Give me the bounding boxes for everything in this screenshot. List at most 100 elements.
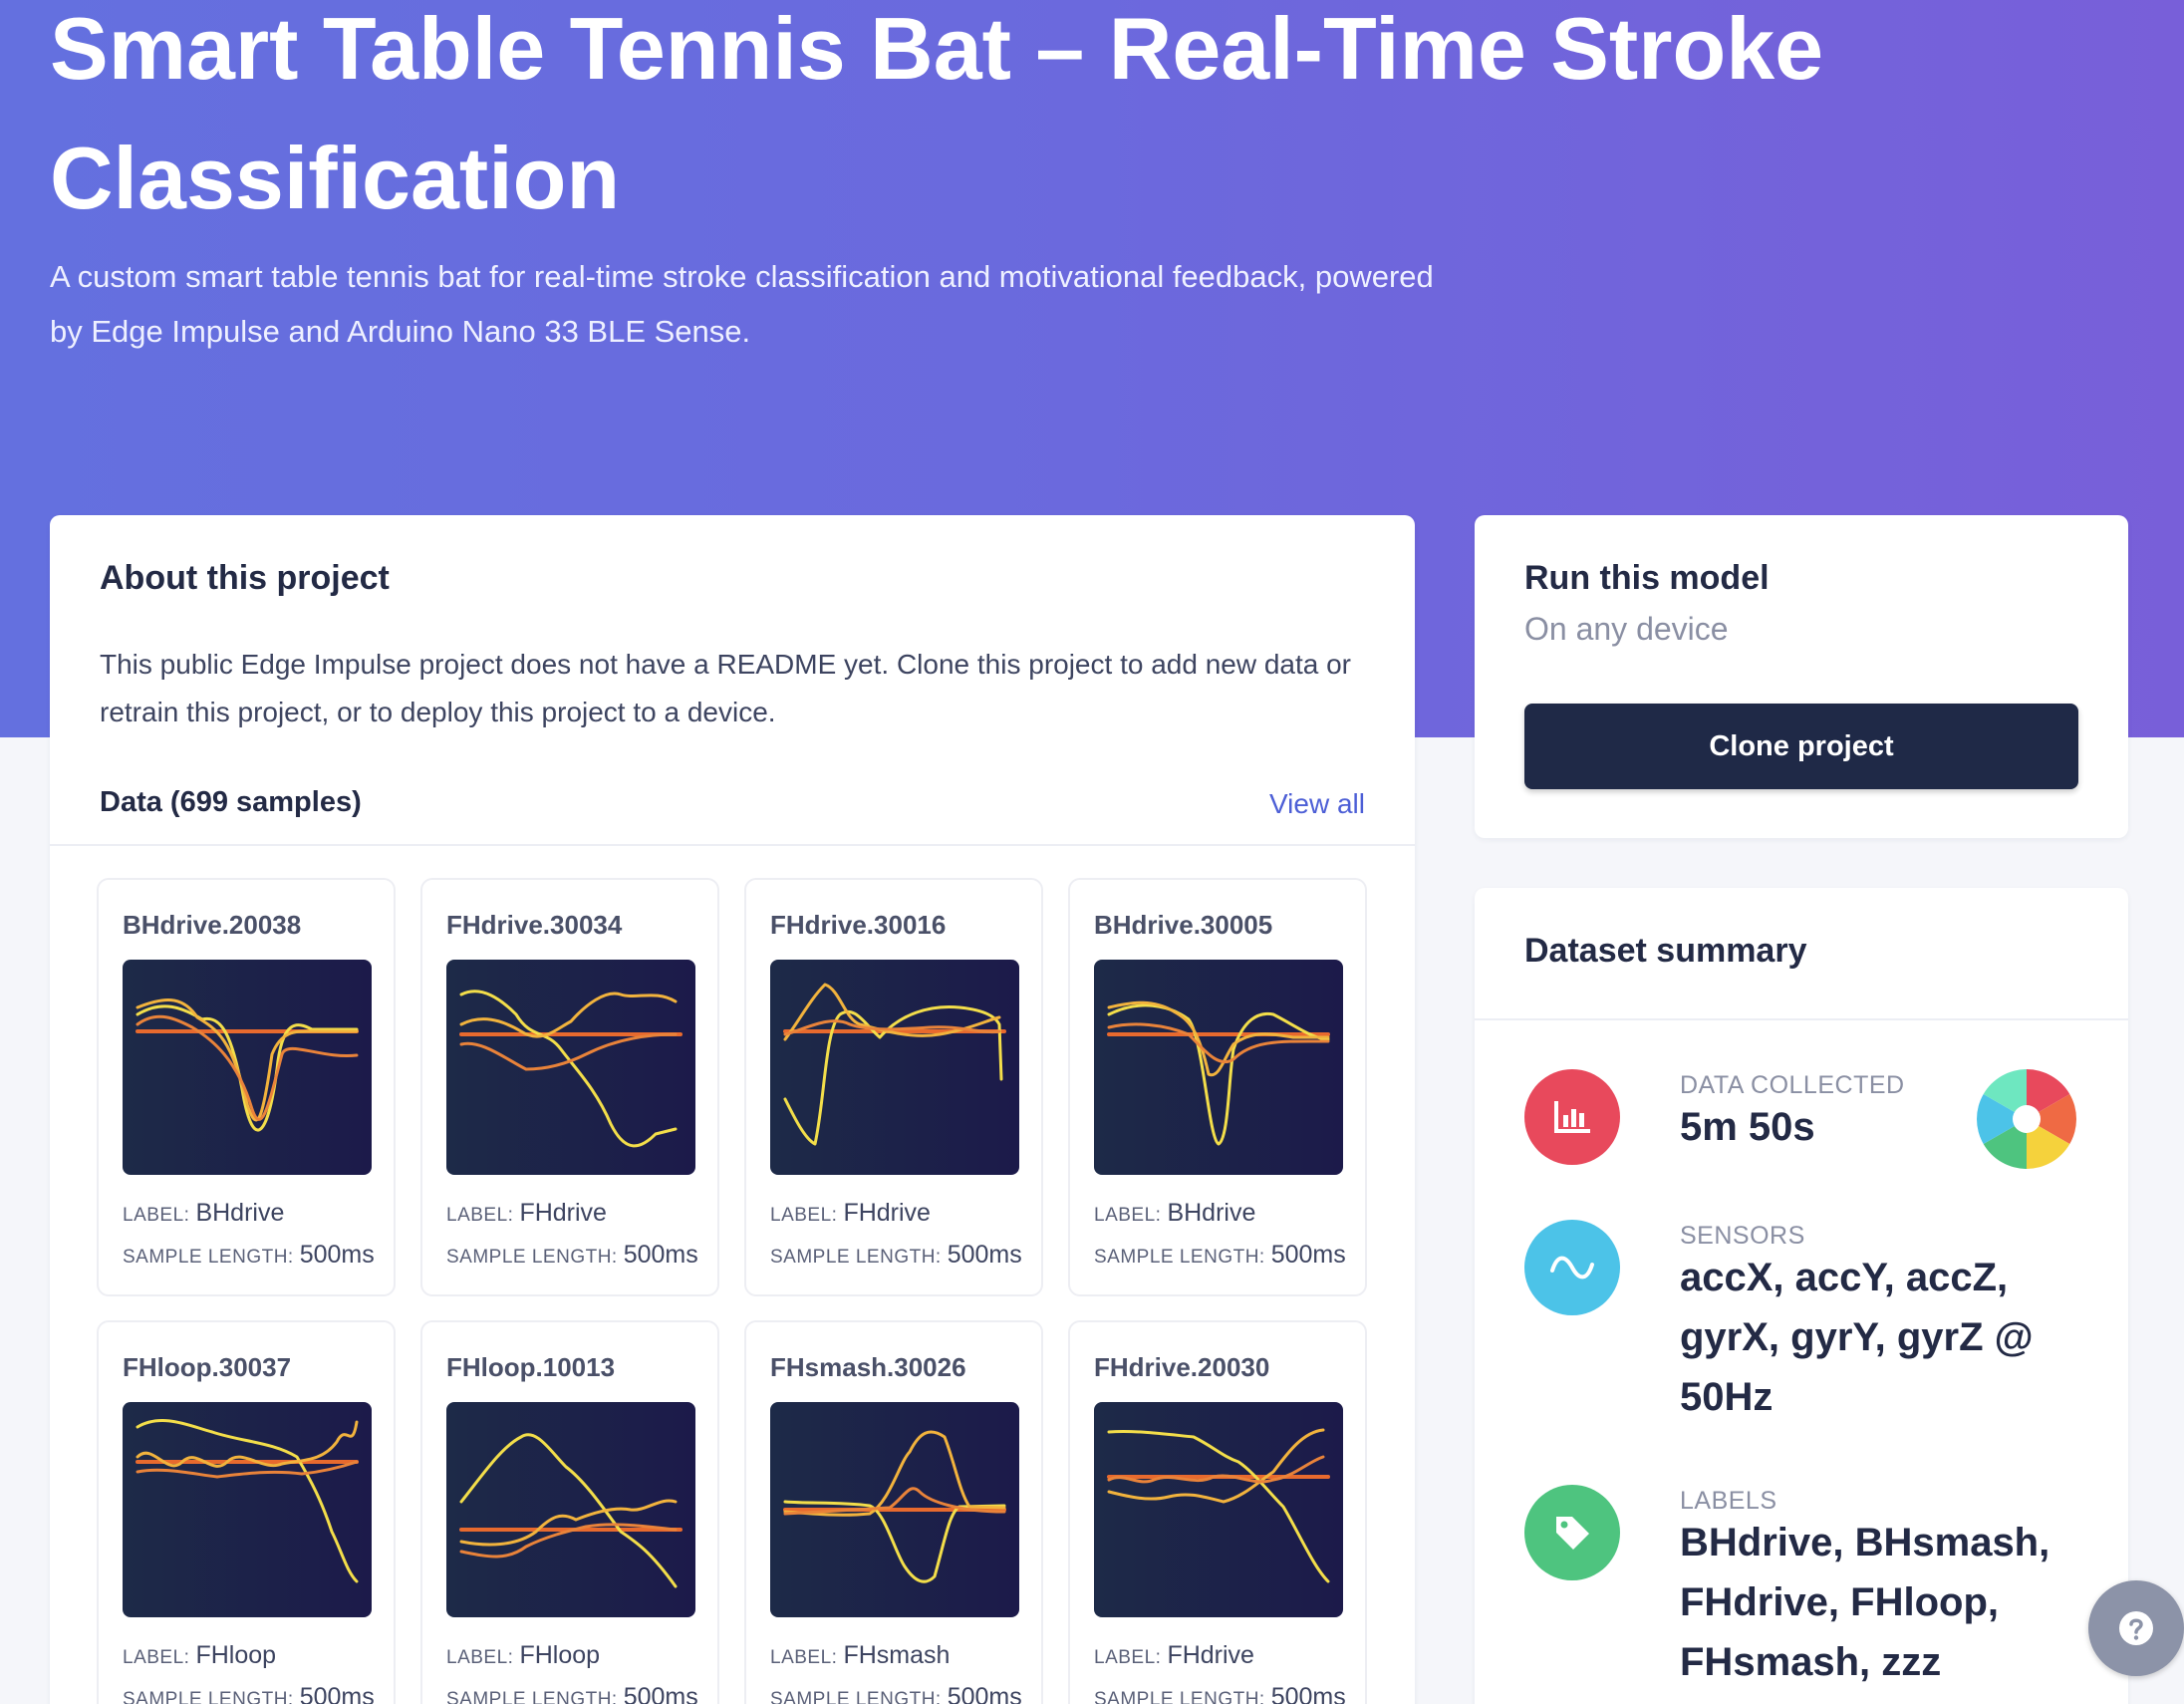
sample-length: SAMPLE LENGTH: 500ms xyxy=(1094,1241,1346,1270)
divider xyxy=(50,844,1415,846)
labels-value: BHdrive, BHsmash, FHdrive, FHloop, FHsma… xyxy=(1680,1521,2050,1684)
sample-label: LABEL: FHdrive xyxy=(446,1199,607,1228)
sample-length: SAMPLE LENGTH: 500ms xyxy=(446,1241,698,1270)
sample-name: FHdrive.20030 xyxy=(1094,1352,1270,1382)
sample-length: SAMPLE LENGTH: 500ms xyxy=(446,1683,698,1704)
data-title: Data (699 samples) xyxy=(100,786,362,818)
length-value: 500ms xyxy=(623,1241,698,1269)
sample-label: LABEL: BHdrive xyxy=(1094,1199,1255,1228)
plot-line-yellow xyxy=(459,1433,678,1588)
length-value: 500ms xyxy=(299,1683,375,1704)
sample-name: FHdrive.30016 xyxy=(770,910,947,940)
plot-line-amber xyxy=(1107,1428,1325,1504)
plot-line-yellow xyxy=(1107,1429,1330,1583)
sample-plot xyxy=(1094,960,1343,1175)
sample-label: LABEL: FHloop xyxy=(123,1641,276,1670)
plot-line-yellow xyxy=(1107,1003,1330,1146)
sample-name: FHdrive.30034 xyxy=(446,910,623,940)
wave-icon xyxy=(1524,1220,1620,1315)
labels-label: LABELS xyxy=(1680,1487,1777,1515)
plot-line-orange xyxy=(1107,1022,1330,1064)
length-key: SAMPLE LENGTH: xyxy=(770,1689,942,1704)
sample-card[interactable]: FHdrive.30016 LABEL: FHdrive SAMPLE LENGT… xyxy=(744,878,1043,1296)
sample-card[interactable]: FHsmash.30026 LABEL: FHsmash SAMPLE LENGT… xyxy=(744,1320,1043,1704)
sample-label: LABEL: BHdrive xyxy=(123,1199,284,1228)
sample-plot xyxy=(446,1402,695,1617)
sample-plot xyxy=(123,960,372,1175)
dataset-summary-card: Dataset summary DATA COLLECTED 5m 50s SE… xyxy=(1475,888,2128,1704)
length-value: 500ms xyxy=(299,1241,375,1269)
label-value: FHsmash xyxy=(843,1641,951,1669)
length-key: SAMPLE LENGTH: xyxy=(446,1689,618,1704)
length-value: 500ms xyxy=(1270,1683,1346,1704)
label-key: LABEL: xyxy=(446,1205,514,1226)
sample-card[interactable]: FHloop.30037 LABEL: FHloop SAMPLE LENGTH:… xyxy=(97,1320,396,1704)
page-description: A custom smart table tennis bat for real… xyxy=(50,259,1434,349)
sample-plot xyxy=(770,960,1019,1175)
pie-chart-icon xyxy=(1977,1069,2076,1169)
sample-plot xyxy=(123,1402,372,1617)
about-text: This public Edge Impulse project does no… xyxy=(100,649,1352,727)
length-value: 500ms xyxy=(1270,1241,1346,1269)
label-value: FHloop xyxy=(519,1641,601,1669)
label-value: FHdrive xyxy=(1167,1641,1254,1669)
label-value: BHdrive xyxy=(1167,1199,1256,1227)
divider xyxy=(1475,1018,2128,1020)
dataset-heading: Dataset summary xyxy=(1524,932,1807,970)
help-button[interactable] xyxy=(2088,1580,2184,1676)
sensors-value: accX, accY, accZ, gyrX, gyrY, gyrZ @ 50H… xyxy=(1680,1256,2034,1419)
tag-icon xyxy=(1524,1485,1620,1580)
sample-name: FHloop.10013 xyxy=(446,1352,616,1382)
sample-length: SAMPLE LENGTH: 500ms xyxy=(1094,1683,1346,1704)
label-key: LABEL: xyxy=(1094,1647,1162,1668)
data-collected-label: DATA COLLECTED xyxy=(1680,1071,1905,1099)
sample-plot xyxy=(770,1402,1019,1617)
page-title: Smart Table Tennis Bat – Real-Time Strok… xyxy=(50,0,1824,227)
sample-name: FHsmash.30026 xyxy=(770,1352,966,1382)
length-key: SAMPLE LENGTH: xyxy=(1094,1247,1265,1268)
sample-length: SAMPLE LENGTH: 500ms xyxy=(770,1683,1022,1704)
length-key: SAMPLE LENGTH: xyxy=(1094,1689,1265,1704)
sample-name: FHloop.30037 xyxy=(123,1352,292,1382)
sample-length: SAMPLE LENGTH: 500ms xyxy=(123,1683,375,1704)
sample-card[interactable]: FHdrive.20030 LABEL: FHdrive SAMPLE LENGT… xyxy=(1068,1320,1367,1704)
label-value: FHdrive xyxy=(519,1199,607,1227)
sample-label: LABEL: FHloop xyxy=(446,1641,600,1670)
sample-name: BHdrive.20038 xyxy=(123,910,302,940)
length-key: SAMPLE LENGTH: xyxy=(123,1689,294,1704)
sensors-label: SENSORS xyxy=(1680,1222,1805,1250)
question-icon xyxy=(2119,1611,2153,1645)
sample-length: SAMPLE LENGTH: 500ms xyxy=(770,1241,1022,1270)
label-key: LABEL: xyxy=(770,1647,838,1668)
sample-label: LABEL: FHdrive xyxy=(1094,1641,1254,1670)
about-card: About this project This public Edge Impu… xyxy=(50,515,1415,1704)
plot-line-amber xyxy=(1107,1000,1330,1077)
plot-line-yellow xyxy=(459,990,678,1148)
sample-card[interactable]: FHloop.10013 LABEL: FHloop SAMPLE LENGTH:… xyxy=(420,1320,719,1704)
length-key: SAMPLE LENGTH: xyxy=(446,1247,618,1268)
label-key: LABEL: xyxy=(770,1205,838,1226)
sample-plot xyxy=(1094,1402,1343,1617)
about-heading: About this project xyxy=(100,559,390,597)
view-all-link[interactable]: View all xyxy=(1269,788,1365,820)
sample-length: SAMPLE LENGTH: 500ms xyxy=(123,1241,375,1270)
plot-line-yellow xyxy=(136,1419,359,1583)
label-key: LABEL: xyxy=(1094,1205,1162,1226)
label-value: BHdrive xyxy=(195,1199,285,1227)
label-value: FHloop xyxy=(195,1641,277,1669)
sample-label: LABEL: FHdrive xyxy=(770,1199,931,1228)
label-key: LABEL: xyxy=(446,1647,514,1668)
run-model-card: Run this model On any device Clone proje… xyxy=(1475,515,2128,838)
sample-card[interactable]: BHdrive.20038 LABEL: BHdrive SAMPLE LENGT… xyxy=(97,878,396,1296)
label-key: LABEL: xyxy=(123,1205,190,1226)
plot-line-orange xyxy=(459,1032,678,1071)
sample-label: LABEL: FHsmash xyxy=(770,1641,950,1670)
plot-line-amber xyxy=(459,992,678,1038)
sample-card[interactable]: FHdrive.30034 LABEL: FHdrive SAMPLE LENGT… xyxy=(420,878,719,1296)
clone-project-button[interactable]: Clone project xyxy=(1524,704,2078,789)
plot-line-yellow xyxy=(136,1004,359,1132)
length-key: SAMPLE LENGTH: xyxy=(123,1247,294,1268)
bar-chart-icon xyxy=(1524,1069,1620,1165)
plot-line-amber xyxy=(136,1420,359,1468)
sample-card[interactable]: BHdrive.30005 LABEL: BHdrive SAMPLE LENGT… xyxy=(1068,878,1367,1296)
